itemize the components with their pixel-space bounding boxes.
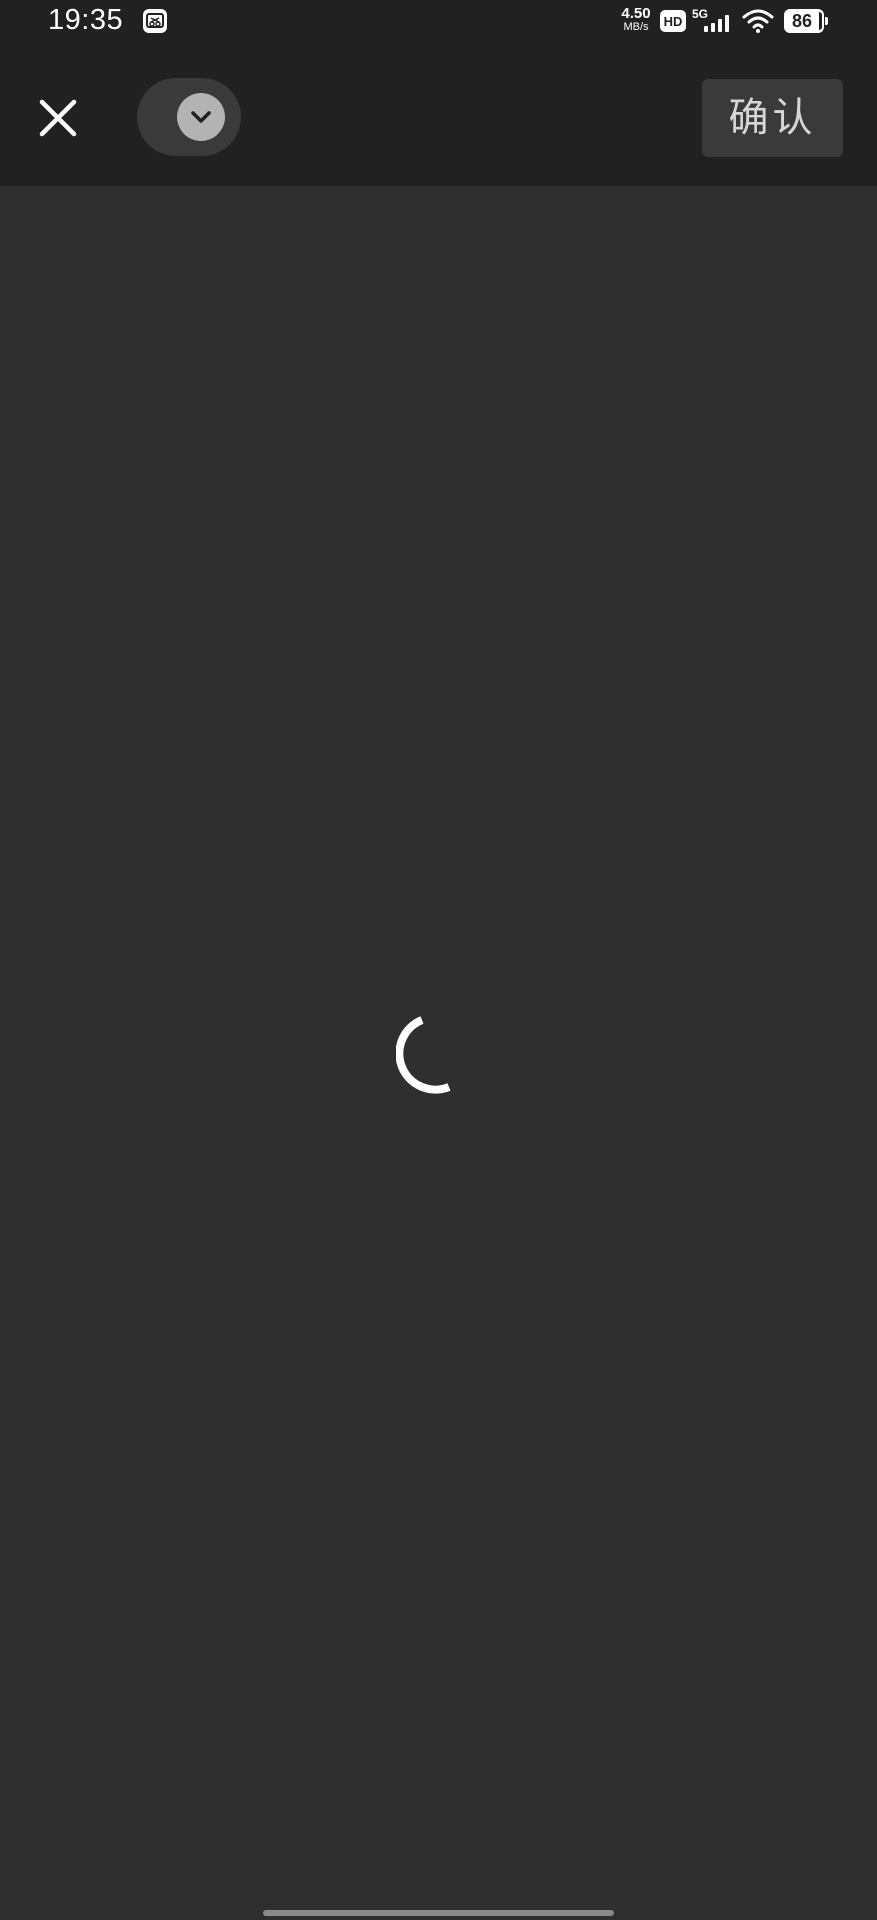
home-indicator[interactable] [263, 1910, 614, 1916]
status-time: 19:35 [48, 4, 124, 36]
top-toolbar: 确认 [0, 44, 877, 186]
screen-capture-icon [143, 9, 167, 33]
battery-icon: 86 [784, 9, 828, 33]
close-button[interactable] [30, 90, 86, 146]
screen: 19:35 4.50 MB/s HD 5G 86 确认 [0, 0, 877, 1920]
battery-level: 86 [791, 11, 813, 31]
dropdown-toggle[interactable] [137, 78, 241, 156]
network-speed-value: 4.50 [621, 5, 651, 22]
hd-label: HD [664, 14, 683, 29]
network-speed-unit: MB/s [623, 21, 649, 33]
network-type: 5G [692, 7, 708, 21]
loading-spinner-icon [396, 1016, 451, 1094]
close-icon [39, 99, 77, 137]
network-speed: 4.50 MB/s [616, 6, 656, 33]
chevron-down-icon [191, 111, 211, 123]
status-bar: 19:35 4.50 MB/s HD 5G 86 [0, 0, 877, 44]
cellular-signal-icon: 5G [692, 7, 729, 32]
confirm-button[interactable]: 确认 [702, 79, 843, 157]
wifi-icon [742, 9, 774, 33]
hd-icon: HD [660, 10, 686, 32]
dropdown-knob [177, 93, 225, 141]
